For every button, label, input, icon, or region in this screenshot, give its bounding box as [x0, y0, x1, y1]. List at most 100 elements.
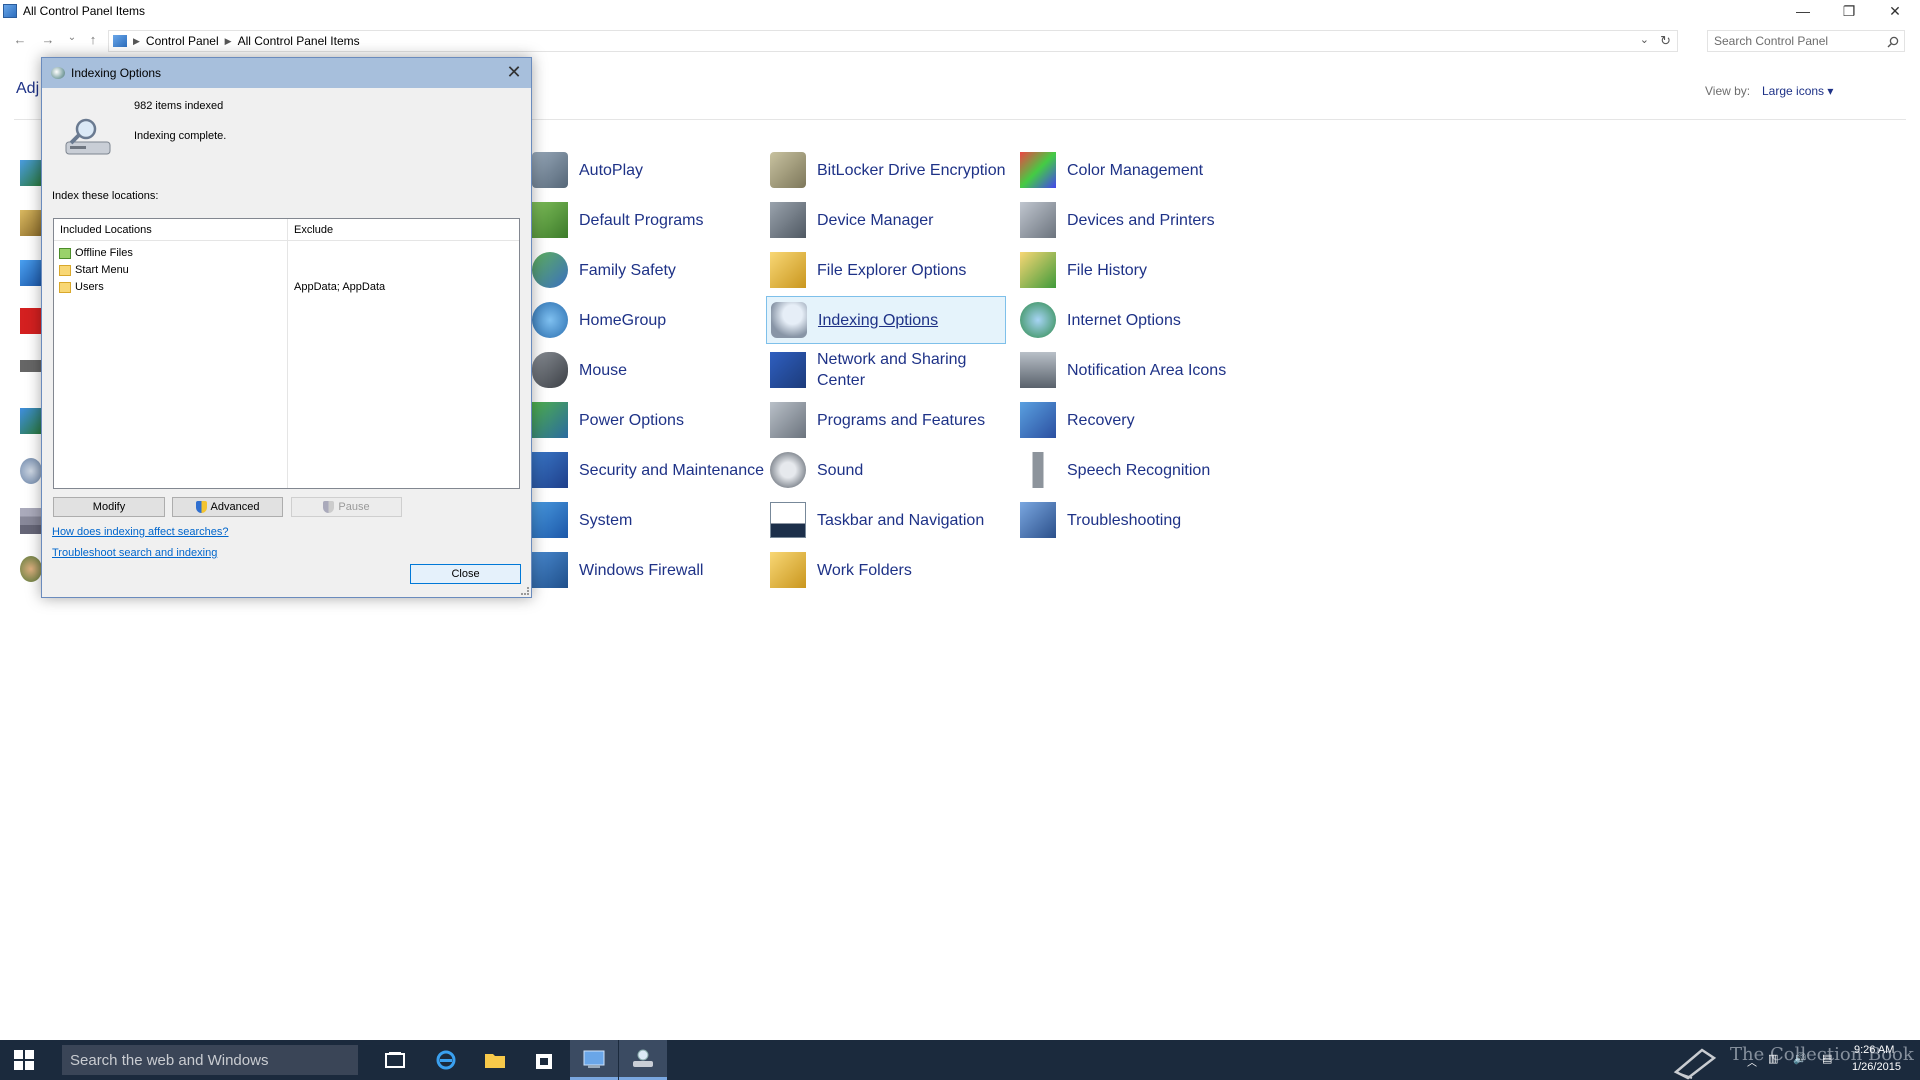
cp-item-device-manager[interactable]: Device Manager	[766, 196, 1006, 244]
items-indexed-count: 982 items indexed	[134, 100, 224, 112]
cp-item-label: Default Programs	[579, 211, 704, 229]
cp-item-label: Power Options	[579, 411, 684, 429]
list-item[interactable]: Offline Files	[59, 245, 514, 261]
troubleshoot-link[interactable]: Troubleshoot search and indexing	[52, 547, 217, 559]
shield-icon	[323, 501, 335, 513]
cp-item-security-and-maintenance[interactable]: Security and Maintenance	[528, 446, 768, 494]
minimize-button[interactable]: —	[1780, 0, 1826, 22]
control-panel-taskbar-button[interactable]	[570, 1040, 618, 1080]
folder-icon	[59, 281, 71, 293]
store-icon	[536, 1054, 552, 1069]
mouse-icon	[532, 352, 568, 388]
view-by-dropdown[interactable]: Large icons ▾	[1762, 84, 1833, 98]
file-explorer-button[interactable]	[471, 1040, 519, 1080]
folder-icon	[59, 264, 71, 276]
cp-item-label: HomeGroup	[579, 311, 667, 329]
cp-item-work-folders[interactable]: Work Folders	[766, 546, 1006, 594]
list-item[interactable]: Start Menu	[59, 262, 514, 278]
taskbar: Search the web and Windows ︿ ▥ 🔊 ▤ 9:26 …	[0, 1040, 1920, 1080]
cp-item-family-safety[interactable]: Family Safety	[528, 246, 768, 294]
indexing-options-dialog: Indexing Options ✕ 982 items indexed Ind…	[41, 57, 532, 598]
forward-button[interactable]: →	[39, 32, 57, 47]
indexing-status: Indexing complete.	[134, 130, 227, 142]
chevron-right-icon: ▶	[224, 35, 232, 46]
region-icon	[20, 458, 42, 484]
cp-item-file-history[interactable]: File History	[1016, 246, 1256, 294]
location-name: Users	[75, 281, 104, 293]
file-history-icon	[1020, 252, 1056, 288]
close-button[interactable]: ✕	[1872, 0, 1918, 22]
cp-item-system[interactable]: System	[528, 496, 768, 544]
internet-explorer-button[interactable]	[422, 1040, 470, 1080]
start-button[interactable]	[0, 1040, 48, 1080]
cp-item-mouse[interactable]: Mouse	[528, 346, 768, 394]
cp-item-recovery[interactable]: Recovery	[1016, 396, 1256, 444]
cp-item-indexing-options[interactable]: Indexing Options	[766, 296, 1006, 344]
locations-list[interactable]: Included Locations Exclude Offline Files…	[53, 218, 520, 489]
restore-button[interactable]: ❐	[1826, 0, 1872, 22]
cp-item-label: BitLocker Drive Encryption	[817, 161, 1006, 179]
pause-label: Pause	[338, 501, 370, 513]
admin-tools-icon	[20, 210, 42, 236]
cp-item-internet-options[interactable]: Internet Options	[1016, 296, 1256, 344]
cp-item-label: Notification Area Icons	[1067, 361, 1227, 379]
cp-item-label: File Explorer Options	[817, 261, 967, 279]
address-bar[interactable]: ▶ Control Panel ▶ All Control Panel Item…	[108, 30, 1678, 52]
breadcrumb-all-items[interactable]: All Control Panel Items	[238, 34, 360, 48]
book-icon	[1673, 1048, 1717, 1080]
taskbar-search-input[interactable]: Search the web and Windows	[62, 1045, 358, 1075]
back-button[interactable]: ←	[11, 32, 29, 47]
indexing-small-icon	[51, 67, 65, 79]
cp-item-homegroup[interactable]: HomeGroup	[528, 296, 768, 344]
list-item[interactable]: Users AppData; AppData	[59, 279, 514, 295]
cp-item-devices-and-printers[interactable]: Devices and Printers	[1016, 196, 1256, 244]
cp-item-label: Windows Firewall	[579, 561, 704, 579]
cp-item-troubleshooting[interactable]: Troubleshooting	[1016, 496, 1256, 544]
cp-item-network-and-sharing-center[interactable]: Network and Sharing Center	[766, 346, 1006, 394]
troubleshooting-icon	[1020, 502, 1056, 538]
modify-button[interactable]: Modify	[53, 497, 165, 517]
column-exclude[interactable]: Exclude	[294, 224, 333, 236]
cp-item-label: Troubleshooting	[1067, 511, 1182, 529]
cp-item-bitlocker-drive-encryption[interactable]: BitLocker Drive Encryption	[766, 146, 1006, 194]
cp-item-label: Speech Recognition	[1067, 461, 1211, 479]
refresh-icon[interactable]: ↻	[1660, 33, 1671, 49]
cp-item-label: Work Folders	[817, 561, 912, 579]
task-view-button[interactable]	[371, 1040, 419, 1080]
cp-item-default-programs[interactable]: Default Programs	[528, 196, 768, 244]
cp-item-taskbar-and-navigation[interactable]: Taskbar and Navigation	[766, 496, 1006, 544]
cp-item-autoplay[interactable]: AutoPlay	[528, 146, 768, 194]
cp-item-speech-recognition[interactable]: Speech Recognition	[1016, 446, 1256, 494]
close-dialog-button[interactable]: Close	[410, 564, 521, 584]
folder-options-icon	[770, 252, 806, 288]
windows-logo-icon	[14, 1050, 34, 1070]
recent-locations-button[interactable]: ⌄	[63, 32, 81, 43]
search-input[interactable]: Search Control Panel	[1707, 30, 1905, 52]
view-by-label: View by:	[1705, 84, 1751, 98]
cp-item-programs-and-features[interactable]: Programs and Features	[766, 396, 1006, 444]
indexing-taskbar-button[interactable]	[619, 1040, 667, 1080]
advanced-button[interactable]: Advanced	[172, 497, 283, 517]
cp-item-sound[interactable]: Sound	[766, 446, 1006, 494]
cp-item-notification-area-icons[interactable]: Notification Area Icons	[1016, 346, 1256, 394]
cp-item-power-options[interactable]: Power Options	[528, 396, 768, 444]
store-button[interactable]	[520, 1040, 568, 1080]
control-panel-icon	[3, 4, 17, 18]
notification-icon	[1020, 352, 1056, 388]
control-panel-small-icon	[113, 35, 127, 47]
default-programs-icon	[532, 202, 568, 238]
window-title: All Control Panel Items	[23, 4, 146, 18]
resize-grip[interactable]	[521, 587, 529, 595]
indexing-help-link[interactable]: How does indexing affect searches?	[52, 526, 229, 538]
column-included-locations[interactable]: Included Locations	[60, 224, 152, 236]
cp-item-color-management[interactable]: Color Management	[1016, 146, 1256, 194]
address-dropdown-icon[interactable]: ⌄	[1640, 33, 1649, 46]
up-button[interactable]: ↑	[84, 32, 102, 47]
dialog-close-icon[interactable]: ✕	[503, 62, 525, 83]
search-icon	[1887, 36, 1899, 48]
cp-item-label: System	[579, 511, 633, 529]
cp-item-windows-firewall[interactable]: Windows Firewall	[528, 546, 768, 594]
cp-item-file-explorer-options[interactable]: File Explorer Options	[766, 246, 1006, 294]
internet-explorer-icon	[436, 1050, 456, 1070]
breadcrumb-control-panel[interactable]: Control Panel	[146, 34, 219, 48]
